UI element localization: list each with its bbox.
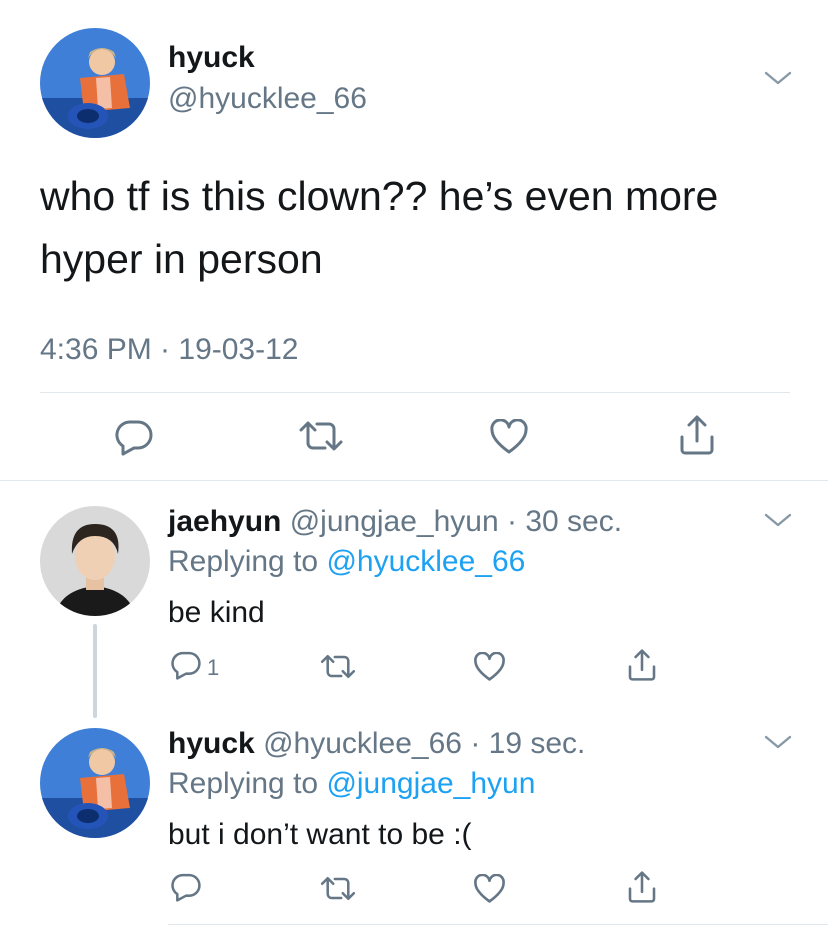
timestamp[interactable]: 4:36 PM · 19-03-12	[40, 333, 298, 367]
replying-to-label: Replying to	[168, 767, 319, 800]
relative-time: · 30 sec.	[507, 505, 623, 538]
reply-text: be kind	[168, 596, 265, 629]
replying-to-handle[interactable]: @jungjae_hyun	[326, 767, 535, 800]
tweet-text-line-2: hyper in person	[40, 236, 323, 282]
share-icon[interactable]	[626, 648, 658, 682]
reply-icon[interactable]	[170, 872, 202, 902]
chevron-down-icon[interactable]	[763, 68, 793, 88]
display-name[interactable]: jaehyun	[168, 505, 281, 538]
like-icon[interactable]	[473, 652, 506, 682]
retweet-icon[interactable]	[297, 419, 345, 453]
divider	[0, 480, 828, 481]
reply-header: hyuck @hyucklee_66 · 19 sec.	[168, 727, 585, 761]
display-name[interactable]: hyuck	[168, 727, 255, 760]
replying-to: Replying to @jungjae_hyun	[168, 767, 535, 801]
divider	[168, 924, 828, 925]
display-name[interactable]: hyuck	[168, 41, 255, 75]
chevron-down-icon[interactable]	[763, 732, 793, 752]
divider	[40, 392, 790, 393]
thread-line	[93, 624, 97, 718]
replying-to-label: Replying to	[168, 545, 319, 578]
reply-icon[interactable]	[170, 650, 202, 680]
handle[interactable]: @hyucklee_66	[263, 727, 462, 760]
handle[interactable]: @jungjae_hyun	[290, 505, 499, 538]
tweet-text-line-1: who tf is this clown?? he’s even more	[40, 173, 719, 219]
avatar[interactable]	[40, 506, 150, 616]
retweet-icon[interactable]	[319, 875, 357, 902]
replying-to-handle[interactable]: @hyucklee_66	[326, 545, 525, 578]
handle[interactable]: @hyucklee_66	[168, 82, 367, 116]
reply-icon[interactable]	[114, 418, 154, 456]
like-icon[interactable]	[489, 419, 529, 455]
share-icon[interactable]	[626, 870, 658, 904]
share-icon[interactable]	[677, 414, 717, 456]
relative-time: · 19 sec.	[470, 727, 586, 760]
reply-header: jaehyun @jungjae_hyun · 30 sec.	[168, 505, 622, 539]
retweet-icon[interactable]	[319, 653, 357, 680]
avatar[interactable]	[40, 728, 150, 838]
replying-to: Replying to @hyucklee_66	[168, 545, 525, 579]
chevron-down-icon[interactable]	[763, 510, 793, 530]
avatar[interactable]	[40, 28, 150, 138]
reply-text: but i don’t want to be :(	[168, 818, 472, 851]
like-icon[interactable]	[473, 874, 506, 904]
reply-count: 1	[207, 655, 220, 680]
